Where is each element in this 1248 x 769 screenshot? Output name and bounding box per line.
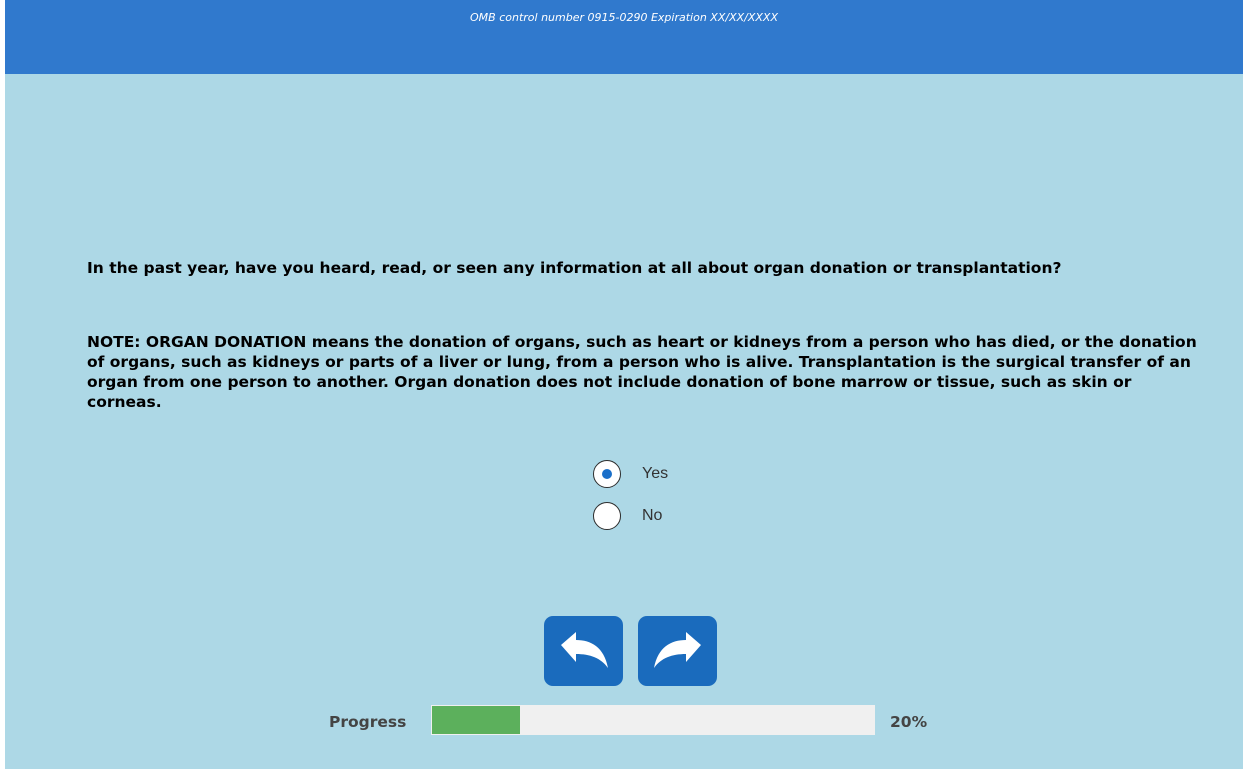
progress-bar [431,705,875,735]
radio-no[interactable] [593,502,621,530]
survey-page: OMB control number 0915-0290 Expiration … [5,0,1243,769]
progress-bar-fill [432,706,520,734]
option-yes-label[interactable]: Yes [642,465,668,483]
option-no-label[interactable]: No [642,507,662,525]
header-bar: OMB control number 0915-0290 Expiration … [5,0,1243,74]
question-note: NOTE: ORGAN DONATION means the donation … [87,333,1197,411]
forward-arrow-icon [653,632,701,668]
progress-percent: 20% [890,713,928,731]
back-button[interactable] [544,616,623,686]
next-button[interactable] [638,616,717,686]
option-no[interactable]: No [593,500,662,532]
back-arrow-icon [560,632,608,668]
option-yes[interactable]: Yes [593,458,668,490]
progress-label: Progress [329,713,407,731]
question-text: In the past year, have you heard, read, … [87,259,1062,277]
omb-control-text: OMB control number 0915-0290 Expiration … [470,11,778,24]
radio-yes[interactable] [593,460,621,488]
